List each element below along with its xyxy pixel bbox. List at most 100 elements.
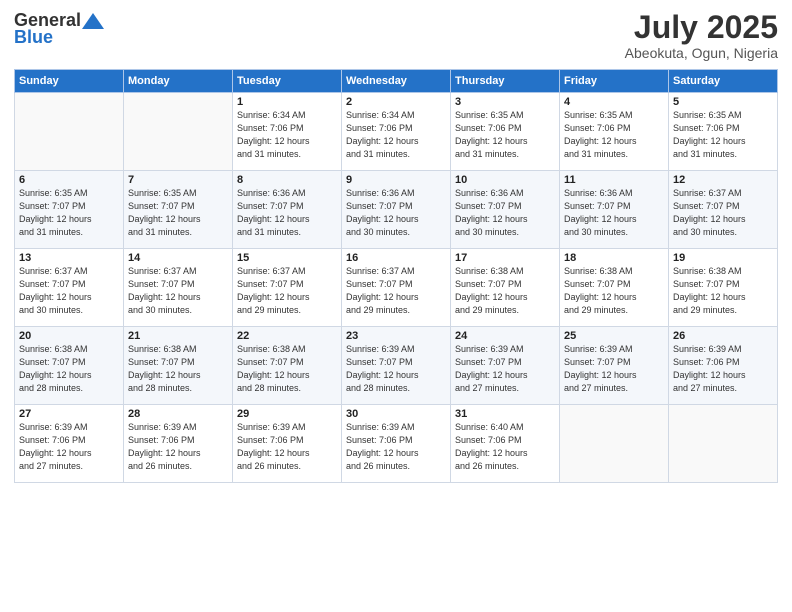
- day-cell: 25Sunrise: 6:39 AM Sunset: 7:07 PM Dayli…: [560, 327, 669, 405]
- day-info: Sunrise: 6:37 AM Sunset: 7:07 PM Dayligh…: [128, 265, 228, 317]
- day-number: 20: [19, 330, 119, 342]
- day-number: 5: [673, 96, 773, 108]
- day-cell: 23Sunrise: 6:39 AM Sunset: 7:07 PM Dayli…: [342, 327, 451, 405]
- day-info: Sunrise: 6:36 AM Sunset: 7:07 PM Dayligh…: [564, 187, 664, 239]
- day-info: Sunrise: 6:39 AM Sunset: 7:06 PM Dayligh…: [19, 421, 119, 473]
- day-info: Sunrise: 6:38 AM Sunset: 7:07 PM Dayligh…: [19, 343, 119, 395]
- day-info: Sunrise: 6:34 AM Sunset: 7:06 PM Dayligh…: [237, 109, 337, 161]
- day-number: 1: [237, 96, 337, 108]
- day-info: Sunrise: 6:38 AM Sunset: 7:07 PM Dayligh…: [564, 265, 664, 317]
- day-number: 8: [237, 174, 337, 186]
- day-info: Sunrise: 6:36 AM Sunset: 7:07 PM Dayligh…: [237, 187, 337, 239]
- day-cell: 16Sunrise: 6:37 AM Sunset: 7:07 PM Dayli…: [342, 249, 451, 327]
- day-cell: 6Sunrise: 6:35 AM Sunset: 7:07 PM Daylig…: [15, 171, 124, 249]
- day-info: Sunrise: 6:34 AM Sunset: 7:06 PM Dayligh…: [346, 109, 446, 161]
- day-number: 13: [19, 252, 119, 264]
- day-number: 31: [455, 408, 555, 420]
- day-info: Sunrise: 6:37 AM Sunset: 7:07 PM Dayligh…: [237, 265, 337, 317]
- day-cell: [15, 93, 124, 171]
- day-number: 11: [564, 174, 664, 186]
- day-number: 6: [19, 174, 119, 186]
- day-cell: 22Sunrise: 6:38 AM Sunset: 7:07 PM Dayli…: [233, 327, 342, 405]
- day-info: Sunrise: 6:38 AM Sunset: 7:07 PM Dayligh…: [128, 343, 228, 395]
- day-info: Sunrise: 6:37 AM Sunset: 7:07 PM Dayligh…: [19, 265, 119, 317]
- day-number: 25: [564, 330, 664, 342]
- col-header-tuesday: Tuesday: [233, 70, 342, 93]
- day-cell: 28Sunrise: 6:39 AM Sunset: 7:06 PM Dayli…: [124, 405, 233, 483]
- day-cell: 20Sunrise: 6:38 AM Sunset: 7:07 PM Dayli…: [15, 327, 124, 405]
- day-cell: 11Sunrise: 6:36 AM Sunset: 7:07 PM Dayli…: [560, 171, 669, 249]
- day-info: Sunrise: 6:39 AM Sunset: 7:07 PM Dayligh…: [455, 343, 555, 395]
- day-number: 14: [128, 252, 228, 264]
- day-cell: 2Sunrise: 6:34 AM Sunset: 7:06 PM Daylig…: [342, 93, 451, 171]
- col-header-wednesday: Wednesday: [342, 70, 451, 93]
- day-cell: 9Sunrise: 6:36 AM Sunset: 7:07 PM Daylig…: [342, 171, 451, 249]
- day-cell: 4Sunrise: 6:35 AM Sunset: 7:06 PM Daylig…: [560, 93, 669, 171]
- day-number: 19: [673, 252, 773, 264]
- day-cell: 31Sunrise: 6:40 AM Sunset: 7:06 PM Dayli…: [451, 405, 560, 483]
- day-info: Sunrise: 6:39 AM Sunset: 7:07 PM Dayligh…: [564, 343, 664, 395]
- day-number: 28: [128, 408, 228, 420]
- month-title: July 2025: [625, 10, 778, 45]
- week-row-5: 27Sunrise: 6:39 AM Sunset: 7:06 PM Dayli…: [15, 405, 778, 483]
- day-cell: 24Sunrise: 6:39 AM Sunset: 7:07 PM Dayli…: [451, 327, 560, 405]
- day-info: Sunrise: 6:38 AM Sunset: 7:07 PM Dayligh…: [455, 265, 555, 317]
- day-number: 12: [673, 174, 773, 186]
- day-number: 21: [128, 330, 228, 342]
- day-number: 23: [346, 330, 446, 342]
- day-info: Sunrise: 6:39 AM Sunset: 7:06 PM Dayligh…: [673, 343, 773, 395]
- day-info: Sunrise: 6:35 AM Sunset: 7:06 PM Dayligh…: [564, 109, 664, 161]
- logo: General Blue: [14, 10, 105, 48]
- day-cell: 10Sunrise: 6:36 AM Sunset: 7:07 PM Dayli…: [451, 171, 560, 249]
- day-info: Sunrise: 6:35 AM Sunset: 7:07 PM Dayligh…: [19, 187, 119, 239]
- day-info: Sunrise: 6:36 AM Sunset: 7:07 PM Dayligh…: [455, 187, 555, 239]
- day-number: 24: [455, 330, 555, 342]
- day-cell: 26Sunrise: 6:39 AM Sunset: 7:06 PM Dayli…: [669, 327, 778, 405]
- day-cell: [560, 405, 669, 483]
- day-info: Sunrise: 6:36 AM Sunset: 7:07 PM Dayligh…: [346, 187, 446, 239]
- day-cell: [669, 405, 778, 483]
- subtitle: Abeokuta, Ogun, Nigeria: [625, 45, 778, 61]
- day-cell: 19Sunrise: 6:38 AM Sunset: 7:07 PM Dayli…: [669, 249, 778, 327]
- day-number: 10: [455, 174, 555, 186]
- day-cell: 17Sunrise: 6:38 AM Sunset: 7:07 PM Dayli…: [451, 249, 560, 327]
- header-row: SundayMondayTuesdayWednesdayThursdayFrid…: [15, 70, 778, 93]
- day-cell: 1Sunrise: 6:34 AM Sunset: 7:06 PM Daylig…: [233, 93, 342, 171]
- col-header-sunday: Sunday: [15, 70, 124, 93]
- day-number: 17: [455, 252, 555, 264]
- col-header-monday: Monday: [124, 70, 233, 93]
- day-info: Sunrise: 6:39 AM Sunset: 7:06 PM Dayligh…: [346, 421, 446, 473]
- col-header-friday: Friday: [560, 70, 669, 93]
- day-info: Sunrise: 6:39 AM Sunset: 7:06 PM Dayligh…: [237, 421, 337, 473]
- calendar-table: SundayMondayTuesdayWednesdayThursdayFrid…: [14, 69, 778, 483]
- day-number: 29: [237, 408, 337, 420]
- calendar-body: 1Sunrise: 6:34 AM Sunset: 7:06 PM Daylig…: [15, 93, 778, 483]
- day-info: Sunrise: 6:39 AM Sunset: 7:07 PM Dayligh…: [346, 343, 446, 395]
- col-header-saturday: Saturday: [669, 70, 778, 93]
- day-number: 4: [564, 96, 664, 108]
- day-number: 26: [673, 330, 773, 342]
- day-number: 27: [19, 408, 119, 420]
- calendar-header: SundayMondayTuesdayWednesdayThursdayFrid…: [15, 70, 778, 93]
- day-number: 15: [237, 252, 337, 264]
- day-info: Sunrise: 6:38 AM Sunset: 7:07 PM Dayligh…: [237, 343, 337, 395]
- day-number: 9: [346, 174, 446, 186]
- day-cell: 15Sunrise: 6:37 AM Sunset: 7:07 PM Dayli…: [233, 249, 342, 327]
- day-info: Sunrise: 6:35 AM Sunset: 7:06 PM Dayligh…: [455, 109, 555, 161]
- day-info: Sunrise: 6:35 AM Sunset: 7:06 PM Dayligh…: [673, 109, 773, 161]
- page-container: General Blue July 2025 Abeokuta, Ogun, N…: [0, 0, 792, 493]
- day-cell: 27Sunrise: 6:39 AM Sunset: 7:06 PM Dayli…: [15, 405, 124, 483]
- header: General Blue July 2025 Abeokuta, Ogun, N…: [14, 10, 778, 61]
- day-info: Sunrise: 6:40 AM Sunset: 7:06 PM Dayligh…: [455, 421, 555, 473]
- day-cell: 13Sunrise: 6:37 AM Sunset: 7:07 PM Dayli…: [15, 249, 124, 327]
- day-info: Sunrise: 6:37 AM Sunset: 7:07 PM Dayligh…: [346, 265, 446, 317]
- day-cell: 12Sunrise: 6:37 AM Sunset: 7:07 PM Dayli…: [669, 171, 778, 249]
- day-cell: 8Sunrise: 6:36 AM Sunset: 7:07 PM Daylig…: [233, 171, 342, 249]
- logo-blue-text: Blue: [14, 27, 53, 48]
- day-number: 2: [346, 96, 446, 108]
- week-row-2: 6Sunrise: 6:35 AM Sunset: 7:07 PM Daylig…: [15, 171, 778, 249]
- week-row-3: 13Sunrise: 6:37 AM Sunset: 7:07 PM Dayli…: [15, 249, 778, 327]
- day-info: Sunrise: 6:35 AM Sunset: 7:07 PM Dayligh…: [128, 187, 228, 239]
- day-cell: 21Sunrise: 6:38 AM Sunset: 7:07 PM Dayli…: [124, 327, 233, 405]
- day-info: Sunrise: 6:38 AM Sunset: 7:07 PM Dayligh…: [673, 265, 773, 317]
